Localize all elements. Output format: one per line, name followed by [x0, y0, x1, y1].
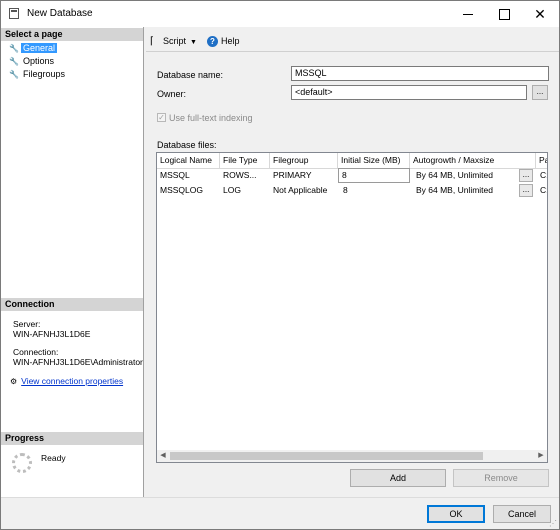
database-name-label: Database name: — [157, 70, 224, 80]
help-button[interactable]: ? Help — [207, 35, 240, 47]
maximize-button[interactable] — [487, 1, 521, 27]
progress-spinner-icon — [12, 453, 32, 473]
toolbar-divider — [146, 51, 559, 52]
database-files-grid[interactable]: Logical Name File Type Filegroup Initial… — [156, 152, 548, 463]
resize-grip-icon[interactable]: ⋰ — [549, 519, 557, 528]
ok-button[interactable]: OK — [427, 505, 485, 523]
connection-label: Connection: — [13, 347, 59, 357]
window-title: New Database — [27, 8, 93, 19]
page-item-label: Options — [23, 56, 55, 66]
autogrowth-browse-button[interactable]: ... — [519, 184, 533, 197]
cell-logical-name[interactable]: MSSQL — [157, 168, 220, 183]
progress-status: Ready — [41, 453, 66, 463]
cell-autogrowth: By 64 MB, Unlimited — [416, 185, 493, 195]
chevron-down-icon[interactable]: ▼ — [190, 39, 197, 46]
server-label: Server: — [13, 319, 41, 329]
minimize-button[interactable] — [451, 1, 485, 27]
database-files-label: Database files: — [157, 140, 217, 150]
page-item-general[interactable]: 🔧 General — [9, 42, 58, 54]
fulltext-checkbox[interactable]: ✓ — [157, 113, 166, 122]
owner-input[interactable]: <default> — [291, 85, 527, 100]
connection-properties-icon: ⚙ — [10, 377, 18, 386]
left-pane: Select a page 🔧 General 🔧 Options 🔧 Filegro… — [1, 27, 144, 497]
minimize-icon — [463, 14, 473, 16]
table-row[interactable]: MSSQLOG LOG Not Applicable 8 By 64 MB, U… — [157, 183, 547, 198]
page-item-label: Filegroups — [23, 69, 66, 79]
new-database-dialog: New Database ✕ Select a page 🔧 General 🔧 O… — [0, 0, 560, 530]
cell-file-type: LOG — [223, 185, 241, 195]
cell-initial-size[interactable]: 8 — [338, 183, 410, 198]
cell-logical-name[interactable]: MSSQLOG — [157, 183, 220, 198]
page-item-options[interactable]: 🔧 Options — [9, 55, 56, 67]
scroll-right-icon[interactable]: ▶ — [535, 450, 547, 462]
database-name-input[interactable]: MSSQL — [291, 66, 549, 81]
wrench-icon: 🔧 — [9, 70, 19, 79]
owner-label: Owner: — [157, 89, 187, 99]
fulltext-label: Use full-text indexing — [169, 113, 253, 123]
cell-path: C:\ — [540, 185, 547, 195]
help-label: Help — [221, 36, 240, 46]
script-button[interactable]: ⌈ Script ▼ — [150, 35, 197, 47]
owner-browse-button[interactable]: ... — [532, 85, 548, 100]
connection-value: WIN-AFNHJ3L1D6E\Administrator — [13, 357, 143, 367]
cell-filegroup: Not Applicable — [273, 185, 328, 195]
select-page-header: Select a page — [1, 28, 143, 41]
app-window-icon — [9, 8, 19, 19]
column-header-initial-size[interactable]: Initial Size (MB) — [338, 153, 410, 168]
script-label: Script — [163, 36, 187, 46]
server-value: WIN-AFNHJ3L1D6E — [13, 329, 91, 339]
add-button[interactable]: Add — [350, 469, 446, 487]
view-connection-properties-link[interactable]: ⚙ View connection properties — [10, 376, 123, 386]
remove-button[interactable]: Remove — [453, 469, 549, 487]
help-icon: ? — [207, 36, 218, 47]
connection-header: Connection — [1, 298, 143, 311]
script-icon: ⌈ — [150, 36, 154, 47]
cell-initial-size[interactable]: 8 — [338, 168, 410, 183]
column-header-autogrowth[interactable]: Autogrowth / Maxsize — [410, 153, 536, 168]
wrench-icon: 🔧 — [9, 44, 19, 53]
horizontal-scrollbar[interactable]: ◀ ▶ — [157, 450, 547, 462]
view-connection-properties-label[interactable]: View connection properties — [21, 376, 123, 386]
progress-header: Progress — [1, 432, 143, 445]
cell-autogrowth: By 64 MB, Unlimited — [416, 170, 493, 180]
page-item-label: General — [21, 43, 58, 53]
autogrowth-browse-button[interactable]: ... — [519, 169, 533, 182]
maximize-icon — [498, 9, 510, 21]
cancel-button[interactable]: Cancel — [493, 505, 551, 523]
close-icon: ✕ — [534, 6, 546, 22]
dialog-button-bar: OK Cancel ⋰ — [1, 497, 559, 529]
column-header-filegroup[interactable]: Filegroup — [270, 153, 338, 168]
cell-file-type: ROWS... — [223, 170, 257, 180]
table-row[interactable]: MSSQL ROWS... PRIMARY 8 By 64 MB, Unlimi… — [157, 168, 547, 183]
column-header-file-type[interactable]: File Type — [220, 153, 270, 168]
close-button[interactable]: ✕ — [523, 1, 557, 27]
scrollbar-thumb[interactable] — [170, 452, 483, 460]
column-header-logical-name[interactable]: Logical Name — [157, 153, 220, 168]
cell-path: C:\ — [540, 170, 547, 180]
cell-filegroup: PRIMARY — [273, 170, 312, 180]
column-header-path[interactable]: Pa — [536, 153, 547, 168]
scroll-left-icon[interactable]: ◀ — [157, 450, 169, 462]
title-bar: New Database ✕ — [1, 1, 559, 27]
page-item-filegroups[interactable]: 🔧 Filegroups — [9, 68, 67, 80]
grid-header: Logical Name File Type Filegroup Initial… — [157, 153, 547, 169]
wrench-icon: 🔧 — [9, 57, 19, 66]
